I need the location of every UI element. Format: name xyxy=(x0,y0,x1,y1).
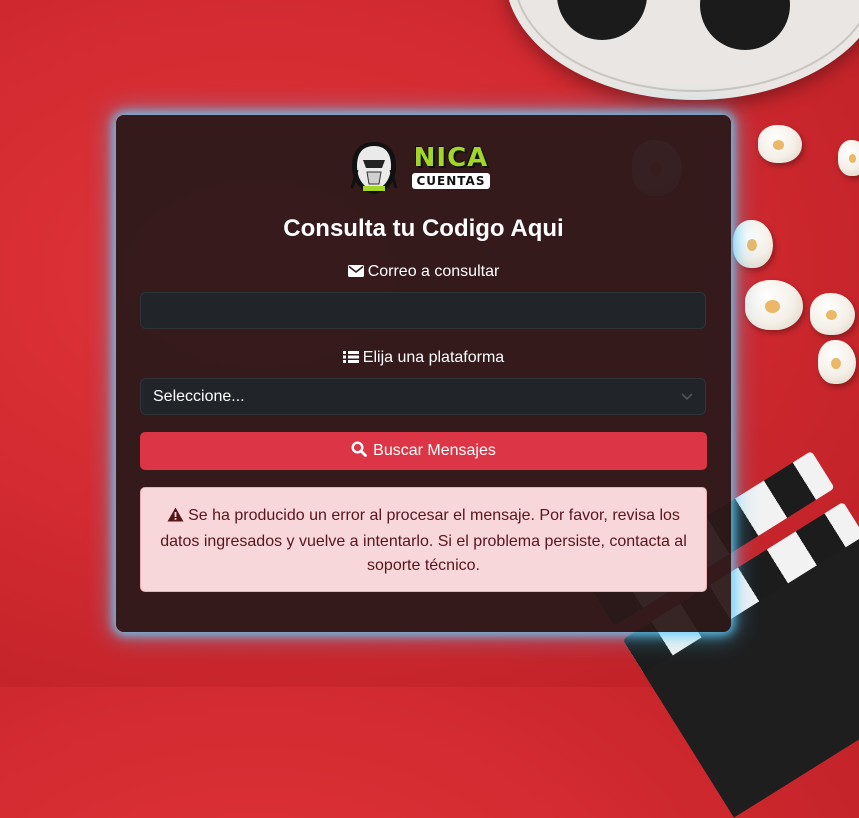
error-alert-message: Se ha producido un error al procesar el … xyxy=(160,507,687,574)
search-button[interactable]: Buscar Mensajes xyxy=(140,432,707,470)
list-icon xyxy=(342,350,359,369)
error-alert: Se ha producido un error al procesar el … xyxy=(140,487,707,592)
popcorn-decoration xyxy=(745,280,803,330)
chevron-down-icon xyxy=(681,390,693,404)
logo-title: NICA xyxy=(413,143,489,173)
platform-label: Elija una plataforma xyxy=(116,349,731,369)
predator-mask-icon xyxy=(350,142,398,194)
platform-select[interactable]: Seleccione... xyxy=(140,378,706,415)
email-input[interactable] xyxy=(140,292,706,329)
warning-icon xyxy=(167,506,184,530)
popcorn-decoration xyxy=(758,125,802,163)
popcorn-decoration xyxy=(733,220,773,268)
nica-cuentas-logo: NICA CUENTAS xyxy=(349,140,499,196)
envelope-icon xyxy=(347,264,364,283)
search-icon xyxy=(351,440,368,462)
popcorn-decoration xyxy=(810,293,855,335)
logo-subtitle: CUENTAS xyxy=(411,173,491,189)
popcorn-decoration xyxy=(818,340,856,384)
email-label-text: Correo a consultar xyxy=(367,263,500,280)
popcorn-decoration xyxy=(838,140,859,176)
platform-label-text: Elija una plataforma xyxy=(362,349,505,366)
platform-select-value: Seleccione... xyxy=(153,387,245,405)
login-card: NICA CUENTAS Consulta tu Codigo Aqui Cor… xyxy=(116,115,731,632)
film-reel-decoration xyxy=(505,0,859,100)
email-label: Correo a consultar xyxy=(116,263,731,283)
search-button-label: Buscar Mensajes xyxy=(373,442,496,459)
page-title: Consulta tu Codigo Aqui xyxy=(283,215,564,242)
